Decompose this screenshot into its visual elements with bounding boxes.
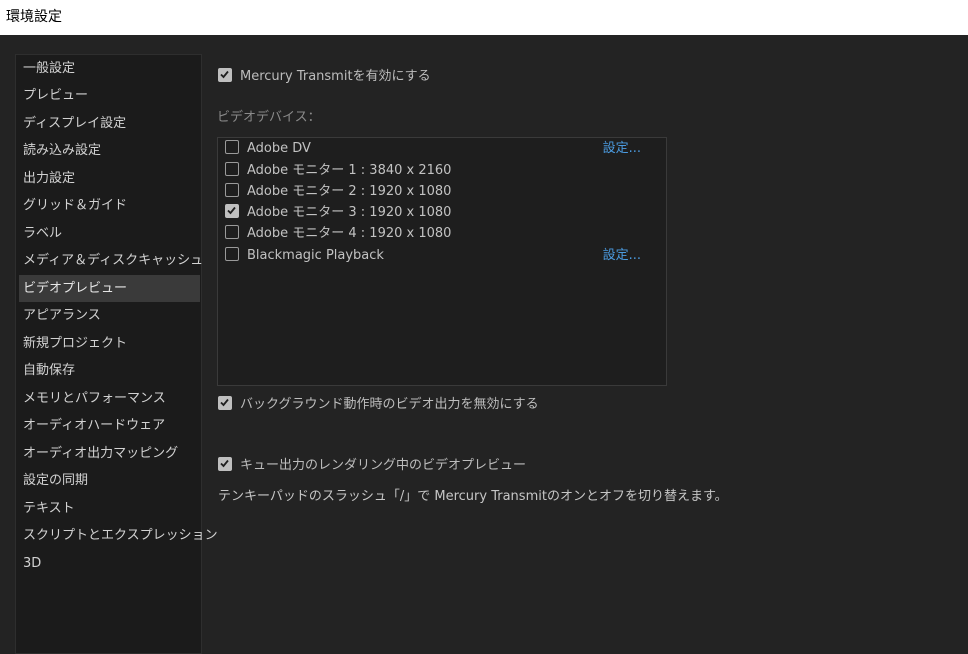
sidebar-item-scripting-expressions[interactable]: スクリプトとエクスプレッション	[19, 522, 218, 549]
sidebar-item-labels[interactable]: ラベル	[19, 220, 200, 247]
sidebar-item-video-preview[interactable]: ビデオプレビュー	[19, 275, 200, 302]
sidebar-item-audio-hardware[interactable]: オーディオハードウェア	[19, 412, 200, 439]
device-settings-link[interactable]: 設定...	[603, 246, 641, 266]
sidebar-item-new-project[interactable]: 新規プロジェクト	[19, 330, 200, 357]
device-label: Adobe DV	[247, 141, 311, 156]
device-settings-link[interactable]: 設定...	[603, 139, 641, 159]
checkbox-box[interactable]	[225, 204, 239, 218]
device-label: Adobe モニター 4 : 1920 x 1080	[247, 226, 452, 241]
device-row-blackmagic-playback[interactable]: Blackmagic Playback 設定...	[225, 246, 655, 266]
sidebar-item-sync-settings[interactable]: 設定の同期	[19, 467, 200, 494]
checkbox-box[interactable]	[225, 247, 239, 261]
checkmark-icon	[227, 206, 236, 215]
checkbox-box[interactable]	[225, 140, 239, 154]
sidebar-item-memory-performance[interactable]: メモリとパフォーマンス	[19, 385, 200, 412]
sidebar-item-import[interactable]: 読み込み設定	[19, 137, 200, 164]
device-label: Blackmagic Playback	[247, 248, 384, 263]
window-title: 環境設定	[6, 9, 62, 25]
sidebar-item-3d[interactable]: 3D	[19, 550, 200, 577]
device-row-adobe-monitor-4[interactable]: Adobe モニター 4 : 1920 x 1080	[225, 224, 655, 244]
enable-mercury-transmit-label: Mercury Transmitを有効にする	[240, 69, 431, 84]
disable-background-output-label: バックグラウンド動作時のビデオ出力を無効にする	[240, 397, 539, 412]
checkbox-box[interactable]	[218, 396, 232, 410]
sidebar-item-audio-output-mapping[interactable]: オーディオ出力マッピング	[19, 440, 200, 467]
checkmark-icon	[220, 398, 229, 407]
device-label: Adobe モニター 3 : 1920 x 1080	[247, 205, 452, 220]
checkmark-icon	[220, 459, 229, 468]
sidebar-item-auto-save[interactable]: 自動保存	[19, 357, 200, 384]
render-queue-preview-checkbox[interactable]: キュー出力のレンダリング中のビデオプレビュー	[218, 456, 538, 476]
checkbox-box[interactable]	[225, 183, 239, 197]
video-devices-label: ビデオデバイス：	[217, 110, 321, 125]
checkmark-icon	[220, 70, 229, 79]
video-device-list[interactable]: Adobe DV 設定... Adobe モニター 1 : 3840 x 216…	[217, 137, 667, 386]
enable-mercury-transmit-checkbox[interactable]: Mercury Transmitを有効にする	[218, 67, 478, 87]
sidebar-item-general[interactable]: 一般設定	[19, 55, 200, 82]
checkbox-box[interactable]	[225, 162, 239, 176]
checkbox-box[interactable]	[218, 68, 232, 82]
disable-background-output-checkbox[interactable]: バックグラウンド動作時のビデオ出力を無効にする	[218, 395, 558, 415]
sidebar-item-display[interactable]: ディスプレイ設定	[19, 110, 200, 137]
checkbox-box[interactable]	[225, 225, 239, 239]
sidebar-item-output[interactable]: 出力設定	[19, 165, 200, 192]
sidebar-item-appearance[interactable]: アピアランス	[19, 302, 200, 329]
checkbox-box[interactable]	[218, 457, 232, 471]
window-titlebar: 環境設定	[0, 0, 968, 35]
device-row-adobe-monitor-1[interactable]: Adobe モニター 1 : 3840 x 2160	[225, 161, 655, 181]
mercury-transmit-toggle-note: テンキーパッドのスラッシュ「/」で Mercury Transmitのオンとオフ…	[218, 489, 728, 504]
device-row-adobe-monitor-2[interactable]: Adobe モニター 2 : 1920 x 1080	[225, 182, 655, 202]
device-label: Adobe モニター 1 : 3840 x 2160	[247, 163, 452, 178]
device-label: Adobe モニター 2 : 1920 x 1080	[247, 184, 452, 199]
sidebar-item-previews[interactable]: プレビュー	[19, 82, 200, 109]
sidebar-item-media-disk-cache[interactable]: メディア＆ディスクキャッシュ	[19, 247, 203, 274]
preferences-category-list[interactable]: 一般設定 プレビュー ディスプレイ設定 読み込み設定 出力設定 グリッド＆ガイド…	[15, 54, 218, 654]
sidebar-item-grids-guides[interactable]: グリッド＆ガイド	[19, 192, 200, 219]
sidebar-item-type[interactable]: テキスト	[19, 495, 200, 522]
device-row-adobe-dv[interactable]: Adobe DV 設定...	[225, 139, 655, 159]
render-queue-preview-label: キュー出力のレンダリング中のビデオプレビュー	[240, 458, 527, 473]
device-row-adobe-monitor-3[interactable]: Adobe モニター 3 : 1920 x 1080	[225, 203, 655, 223]
